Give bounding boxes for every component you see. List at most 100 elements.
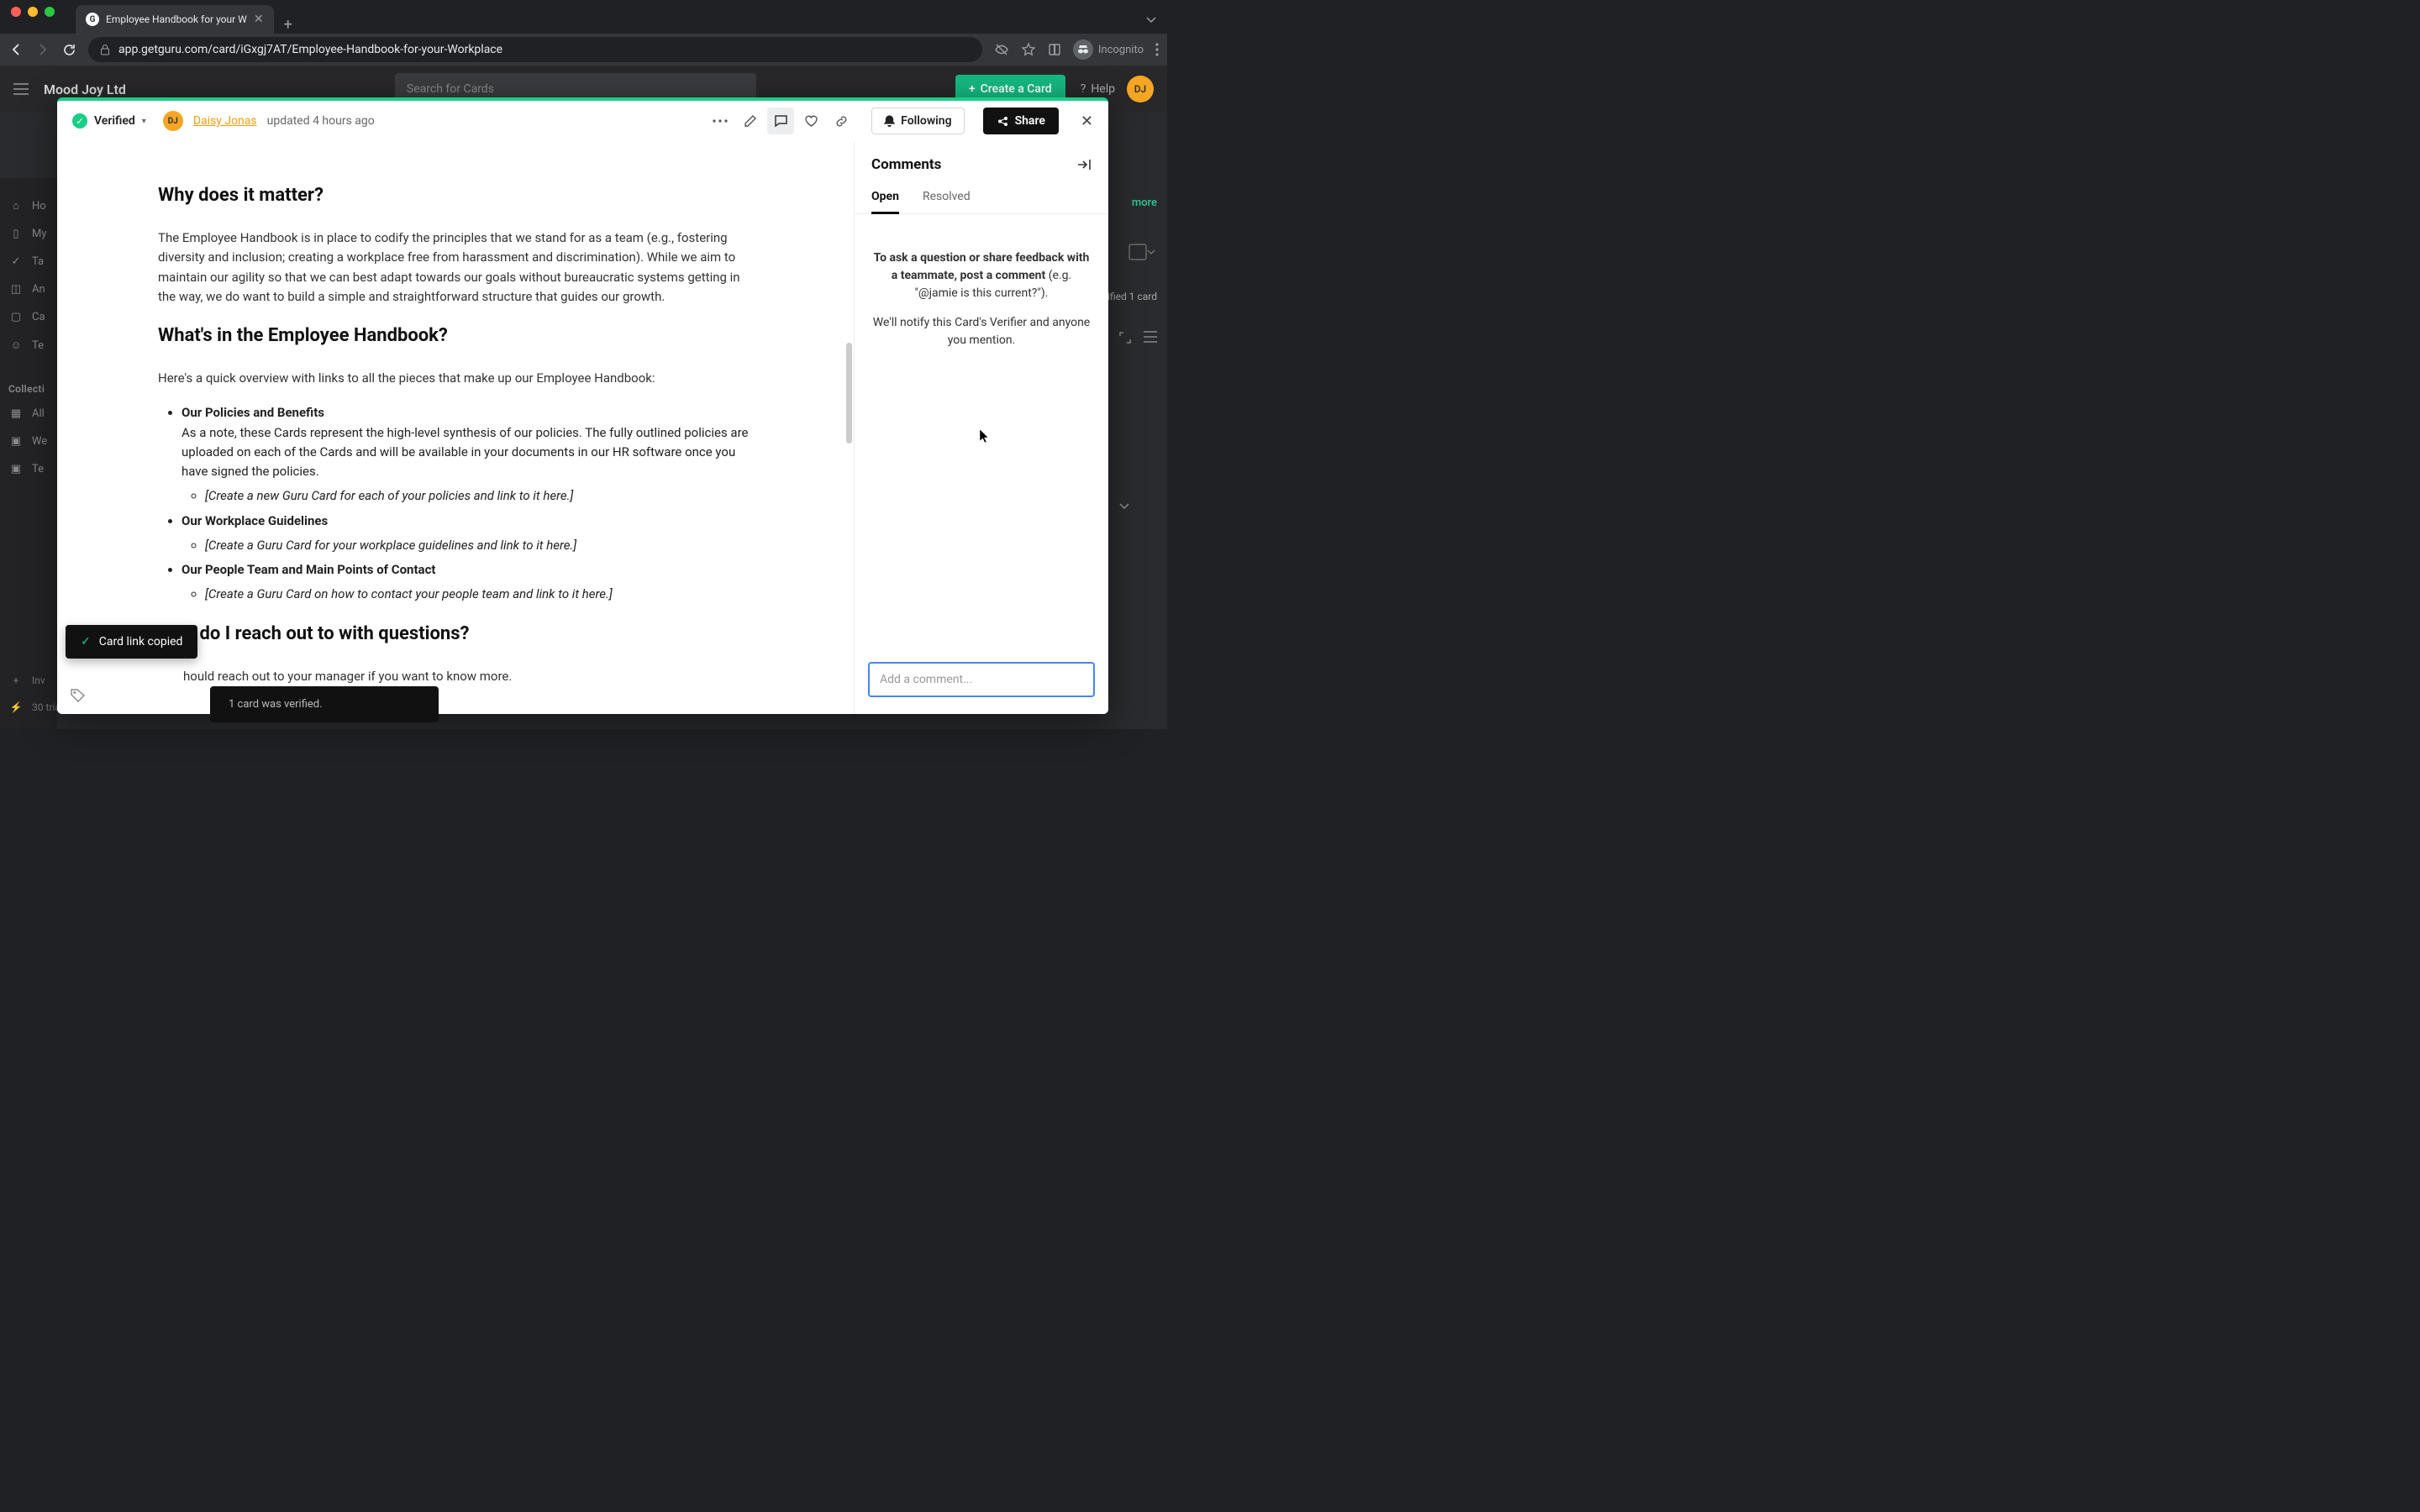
comments-panel: Comments Open Resolved To ask a question… bbox=[855, 141, 1108, 714]
browser-toolbar: app.getguru.com/card/iGxgj7AT/Employee-H… bbox=[0, 34, 1167, 66]
comments-tabs: Open Resolved bbox=[855, 181, 1108, 214]
window-minimize-button[interactable] bbox=[28, 7, 38, 17]
sidebar-item[interactable]: ▢Ca bbox=[8, 303, 49, 331]
paragraph: Here's a quick overview with links to al… bbox=[158, 369, 753, 388]
share-icon bbox=[997, 116, 1009, 127]
list-item: Our People Team and Main Points of Conta… bbox=[182, 560, 753, 605]
tab-resolved[interactable]: Resolved bbox=[923, 181, 971, 213]
grid-icon: ▦ bbox=[8, 407, 24, 420]
share-label: Share bbox=[1015, 114, 1045, 128]
user-avatar[interactable]: DJ bbox=[1127, 76, 1154, 102]
author-avatar: DJ bbox=[163, 111, 183, 131]
comments-header: Comments bbox=[855, 141, 1108, 181]
close-modal-button[interactable]: ✕ bbox=[1081, 113, 1093, 130]
window-close-button[interactable] bbox=[11, 7, 21, 17]
sidebar-item[interactable]: ▯My bbox=[8, 220, 49, 248]
search-placeholder: Search for Cards bbox=[407, 82, 494, 96]
verified-badge[interactable]: ✓ Verified ▾ bbox=[72, 113, 146, 129]
chevron-down-icon[interactable] bbox=[1118, 502, 1130, 511]
edit-icon[interactable] bbox=[737, 108, 764, 134]
address-bar[interactable]: app.getguru.com/card/iGxgj7AT/Employee-H… bbox=[88, 37, 982, 62]
list-item: Our Policies and Benefits As a note, the… bbox=[182, 403, 753, 506]
panel-actions bbox=[1118, 331, 1157, 344]
browser-tab[interactable]: G Employee Handbook for your W ✕ bbox=[76, 5, 274, 34]
tag-icon[interactable] bbox=[71, 689, 86, 702]
more-menu-icon[interactable] bbox=[707, 108, 734, 134]
macos-window-controls bbox=[11, 7, 55, 17]
window-maximize-button[interactable] bbox=[45, 7, 55, 17]
right-panel-fragment: more bbox=[1110, 197, 1167, 209]
list-item-heading: Our Workplace Guidelines bbox=[182, 513, 328, 528]
lock-icon bbox=[100, 44, 110, 55]
sidebar-section-header: Collecti bbox=[8, 378, 49, 400]
sidebar-item[interactable]: ⌂Ho bbox=[8, 192, 49, 220]
section-heading: Why does it matter? bbox=[158, 181, 753, 210]
collapse-panel-icon[interactable] bbox=[1076, 159, 1092, 171]
sidebar-item[interactable]: ▣We bbox=[8, 428, 49, 455]
paragraph-cutoff: hould reach out to your manager if you w… bbox=[183, 667, 753, 686]
bookmark-icon: ▯ bbox=[8, 228, 24, 240]
copy-link-icon[interactable] bbox=[828, 108, 855, 134]
list-item-heading: Our Policies and Benefits bbox=[182, 405, 324, 420]
folder-icon: ▣ bbox=[8, 463, 24, 475]
eye-off-icon[interactable] bbox=[994, 42, 1009, 57]
tab-close-icon[interactable]: ✕ bbox=[254, 13, 264, 26]
help-link[interactable]: ? Help bbox=[1081, 82, 1115, 96]
scrollbar-thumb[interactable] bbox=[846, 343, 852, 444]
expand-icon[interactable] bbox=[1118, 331, 1132, 344]
list-item-body: As a note, these Cards represent the hig… bbox=[182, 425, 748, 480]
tab-title: Employee Handbook for your W bbox=[106, 13, 247, 25]
chart-icon: ◫ bbox=[8, 283, 24, 296]
favorite-icon[interactable] bbox=[797, 108, 824, 134]
paragraph: The Employee Handbook is in place to cod… bbox=[158, 228, 753, 307]
comment-icon[interactable] bbox=[767, 108, 794, 134]
hamburger-icon[interactable] bbox=[13, 83, 29, 95]
tab-open[interactable]: Open bbox=[871, 181, 899, 213]
section-heading: What's in the Employee Handbook? bbox=[158, 322, 753, 350]
bolt-icon: ⚡ bbox=[8, 701, 24, 713]
list-item-heading: Our People Team and Main Points of Conta… bbox=[182, 562, 435, 577]
sidebar-item[interactable]: ▦All bbox=[8, 400, 49, 428]
card-modal-overlay: ✓ Verified ▾ DJ Daisy Jonas updated 4 ho… bbox=[57, 97, 1108, 714]
section-heading: Who do I reach out to with questions? bbox=[158, 620, 753, 648]
chevron-down-icon: ▾ bbox=[142, 117, 146, 126]
view-toggle[interactable] bbox=[1128, 244, 1157, 260]
card-body: Why does it matter? The Employee Handboo… bbox=[57, 141, 1108, 714]
following-button[interactable]: Following bbox=[871, 108, 964, 134]
sidebar-item[interactable]: ✓Ta bbox=[8, 248, 49, 276]
card-modal: ✓ Verified ▾ DJ Daisy Jonas updated 4 ho… bbox=[57, 97, 1108, 714]
back-button[interactable] bbox=[8, 42, 24, 57]
card-action-icons bbox=[707, 108, 855, 134]
card-mgr-icon: ▢ bbox=[8, 311, 24, 323]
comment-input[interactable] bbox=[868, 662, 1095, 697]
sidebar-item[interactable]: ◫An bbox=[8, 276, 49, 303]
forward-button[interactable] bbox=[35, 42, 50, 57]
browser-tab-strip: G Employee Handbook for your W ✕ + bbox=[0, 0, 1167, 34]
toast-message: Card link copied bbox=[99, 635, 183, 648]
home-icon: ⌂ bbox=[8, 199, 24, 213]
list-icon[interactable] bbox=[1144, 331, 1157, 344]
author-link[interactable]: Daisy Jonas bbox=[193, 114, 257, 128]
comments-empty-state: To ask a question or share feedback with… bbox=[855, 214, 1108, 366]
share-button[interactable]: Share bbox=[983, 108, 1059, 134]
sidebar-item[interactable]: ▣Te bbox=[8, 455, 49, 483]
extensions-icon[interactable] bbox=[1048, 43, 1061, 56]
verified-toast-bg: 1 card was verified. bbox=[210, 686, 439, 722]
more-link[interactable]: more bbox=[1132, 197, 1157, 209]
reload-button[interactable] bbox=[62, 43, 76, 57]
new-tab-button[interactable]: + bbox=[274, 16, 302, 34]
star-icon[interactable] bbox=[1021, 42, 1036, 57]
invite-icon: + bbox=[8, 675, 24, 686]
empty-line2: We'll notify this Card's Verifier and an… bbox=[871, 314, 1092, 349]
kebab-menu-icon[interactable] bbox=[1155, 43, 1159, 56]
tab-overflow-icon[interactable] bbox=[1145, 5, 1167, 34]
sidebar-item[interactable]: ☺Te bbox=[8, 331, 49, 360]
workspace-name: Mood Joy Ltd bbox=[44, 81, 126, 97]
incognito-icon bbox=[1073, 39, 1093, 60]
help-label: Help bbox=[1091, 82, 1115, 96]
sidebar: ⌂Ho ▯My ✓Ta ◫An ▢Ca ☺Te Collecti ▦All ▣W… bbox=[0, 178, 57, 729]
check-icon: ✓ bbox=[8, 255, 24, 268]
verified-check-icon: ✓ bbox=[72, 113, 87, 129]
following-label: Following bbox=[901, 114, 951, 128]
incognito-indicator[interactable]: Incognito bbox=[1073, 39, 1144, 60]
